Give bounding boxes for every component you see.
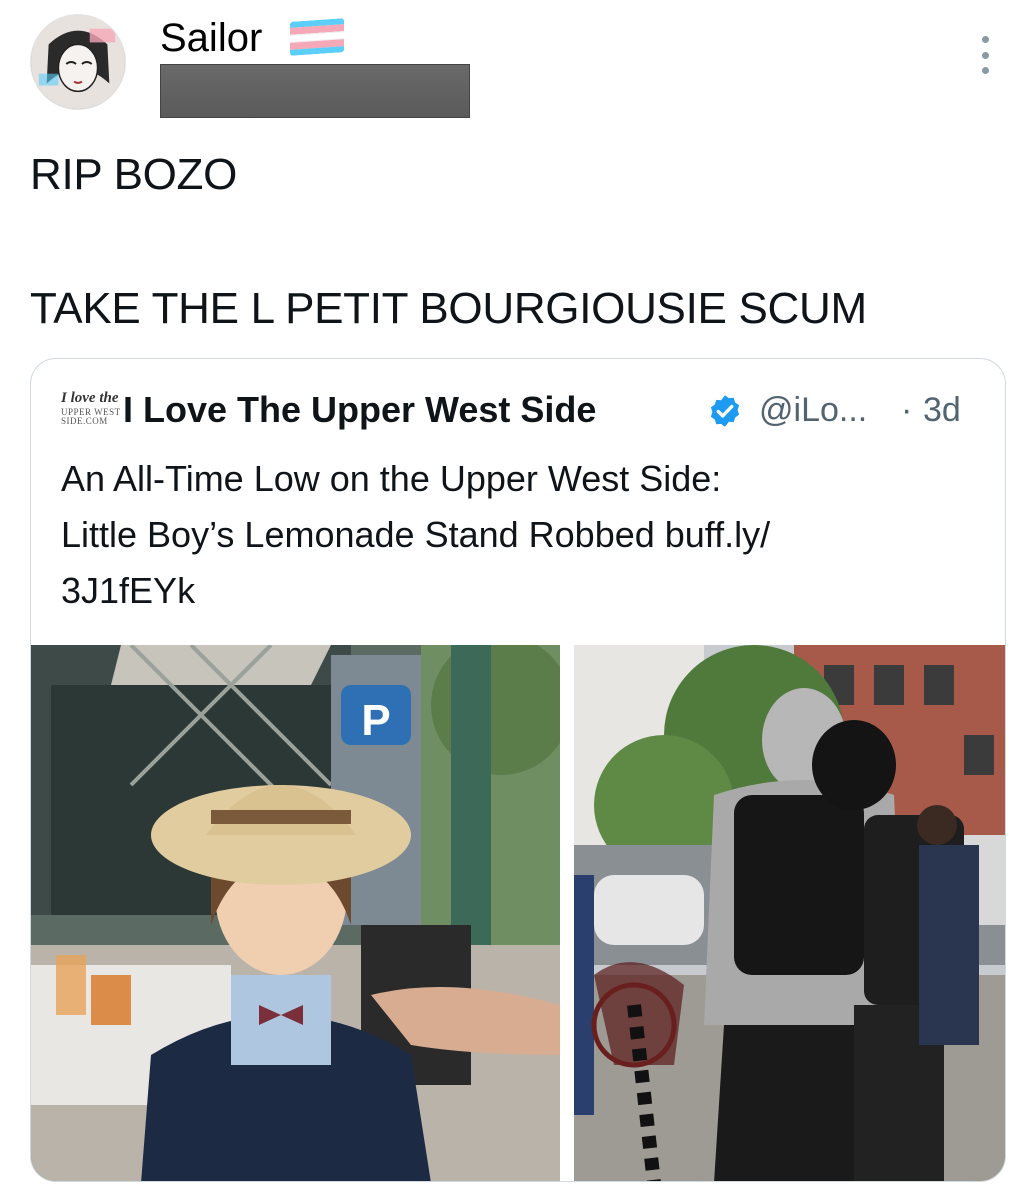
hooded-figures-photo[interactable] bbox=[574, 645, 1005, 1181]
quoted-timestamp[interactable]: 3d bbox=[923, 391, 961, 430]
separator-dot: · bbox=[901, 391, 913, 429]
quoted-tweet-text: An All-Time Low on the Upper West Side: … bbox=[61, 451, 991, 619]
tweet-text-line-2: TAKE THE L PETIT BOURGIOUSIE SCUM bbox=[30, 284, 867, 333]
quoted-tweet-card[interactable]: I love the UPPER WEST SIDE.COM I Love Th… bbox=[30, 358, 1006, 1182]
author-display-name[interactable]: Sailor bbox=[160, 16, 262, 61]
verified-badge-icon bbox=[710, 395, 740, 427]
quoted-author-name[interactable]: I Love The Upper West Side bbox=[123, 389, 596, 431]
trans-flag-emoji bbox=[290, 18, 344, 56]
redacted-handle bbox=[160, 64, 470, 118]
svg-text:P: P bbox=[361, 696, 390, 745]
quoted-author-handle[interactable]: @iLo... bbox=[759, 391, 867, 430]
quoted-text-line: 3J1fEYk bbox=[61, 570, 196, 611]
tweet-text-line-1: RIP BOZO bbox=[30, 150, 238, 199]
quoted-text-line: Little Boy’s Lemonade Stand Robbed buff.… bbox=[61, 514, 771, 555]
more-vertical-icon[interactable] bbox=[976, 36, 994, 74]
crying-boy-photo[interactable]: P bbox=[31, 645, 560, 1181]
quoted-text-line: An All-Time Low on the Upper West Side: bbox=[61, 458, 722, 499]
author-avatar[interactable] bbox=[30, 14, 126, 110]
tweet: Sailor RIP BOZO TAKE THE L PETIT BOURGIO… bbox=[0, 0, 1032, 1200]
